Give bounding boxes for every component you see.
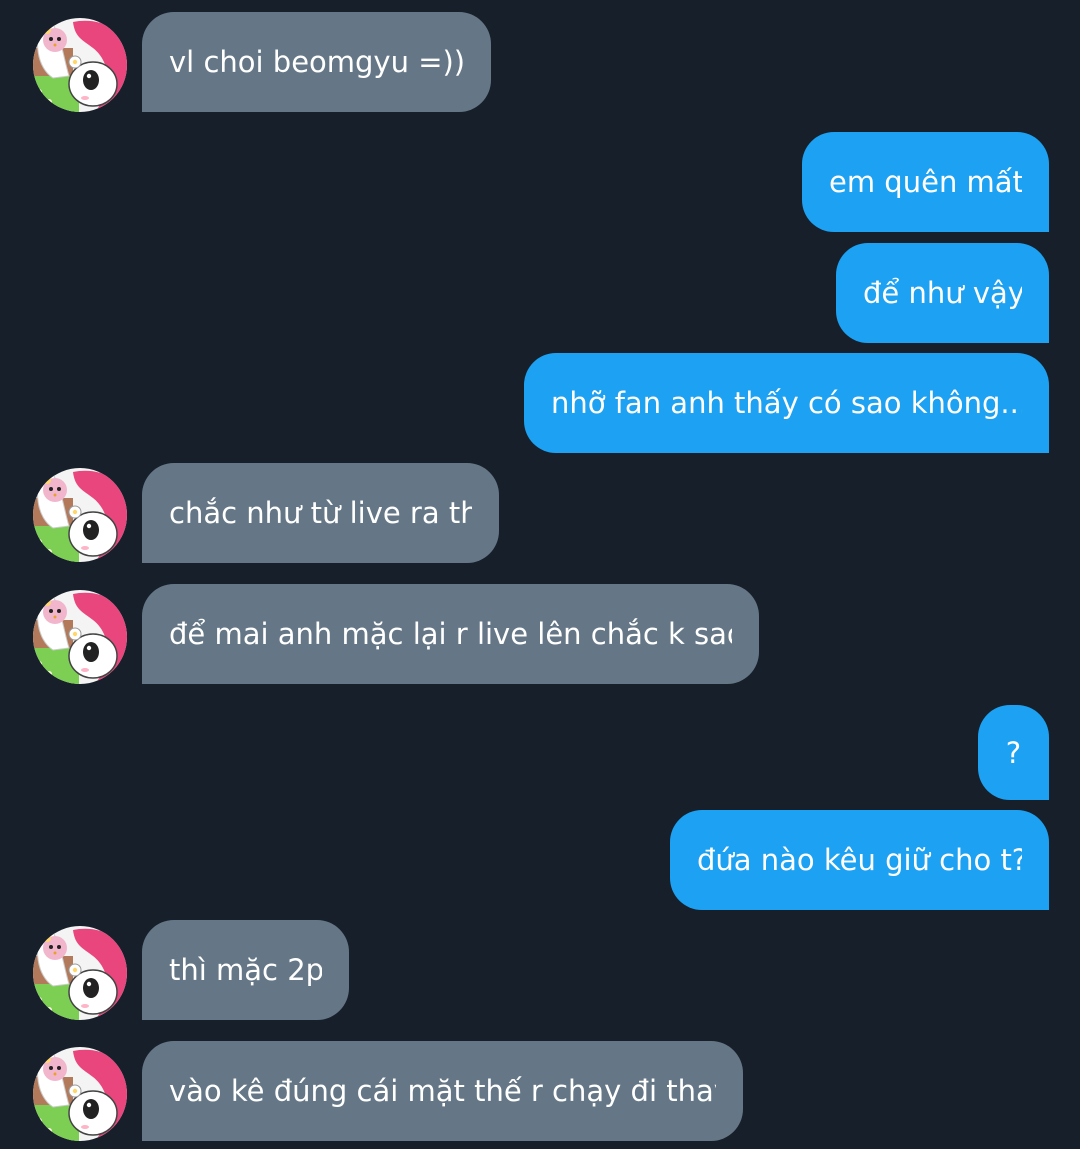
outgoing-message-bubble[interactable]: em quên mất [802,132,1049,232]
message-text: em quên mất [829,165,1022,199]
incoming-message-bubble[interactable]: vl choi beomgyu =))) [142,12,491,112]
sender-avatar[interactable] [33,926,127,1020]
sender-avatar[interactable] [33,468,127,562]
sender-avatar[interactable] [33,590,127,684]
message-text: ? [1005,735,1022,770]
sender-avatar[interactable] [33,1047,127,1141]
message-text: để mai anh mặc lại r live lên chắc k sao [169,617,732,651]
message-text: để như vậy [863,276,1022,310]
outgoing-message-bubble[interactable]: nhỡ fan anh thấy có sao không... [524,353,1049,453]
incoming-message-bubble[interactable]: thì mặc 2p [142,920,349,1020]
incoming-message-bubble[interactable]: để mai anh mặc lại r live lên chắc k sao [142,584,759,684]
message-text: vào kê đúng cái mặt thế r chạy đi thay [169,1074,716,1108]
my-melody-avatar-icon [33,926,127,1020]
my-melody-avatar-icon [33,18,127,112]
my-melody-avatar-icon [33,1047,127,1141]
message-text: đứa nào kêu giữ cho t? [697,843,1022,877]
message-text: chắc như từ live ra th [169,496,472,530]
outgoing-message-bubble[interactable]: ? [978,705,1049,800]
my-melody-avatar-icon [33,468,127,562]
message-text: vl choi beomgyu =))) [169,45,464,79]
my-melody-avatar-icon [33,590,127,684]
incoming-message-bubble[interactable]: chắc như từ live ra th [142,463,499,563]
incoming-message-bubble[interactable]: vào kê đúng cái mặt thế r chạy đi thay [142,1041,743,1141]
message-text: thì mặc 2p [169,953,322,987]
outgoing-message-bubble[interactable]: để như vậy [836,243,1049,343]
sender-avatar[interactable] [33,18,127,112]
outgoing-message-bubble[interactable]: đứa nào kêu giữ cho t? [670,810,1049,910]
message-text: nhỡ fan anh thấy có sao không... [551,386,1022,420]
